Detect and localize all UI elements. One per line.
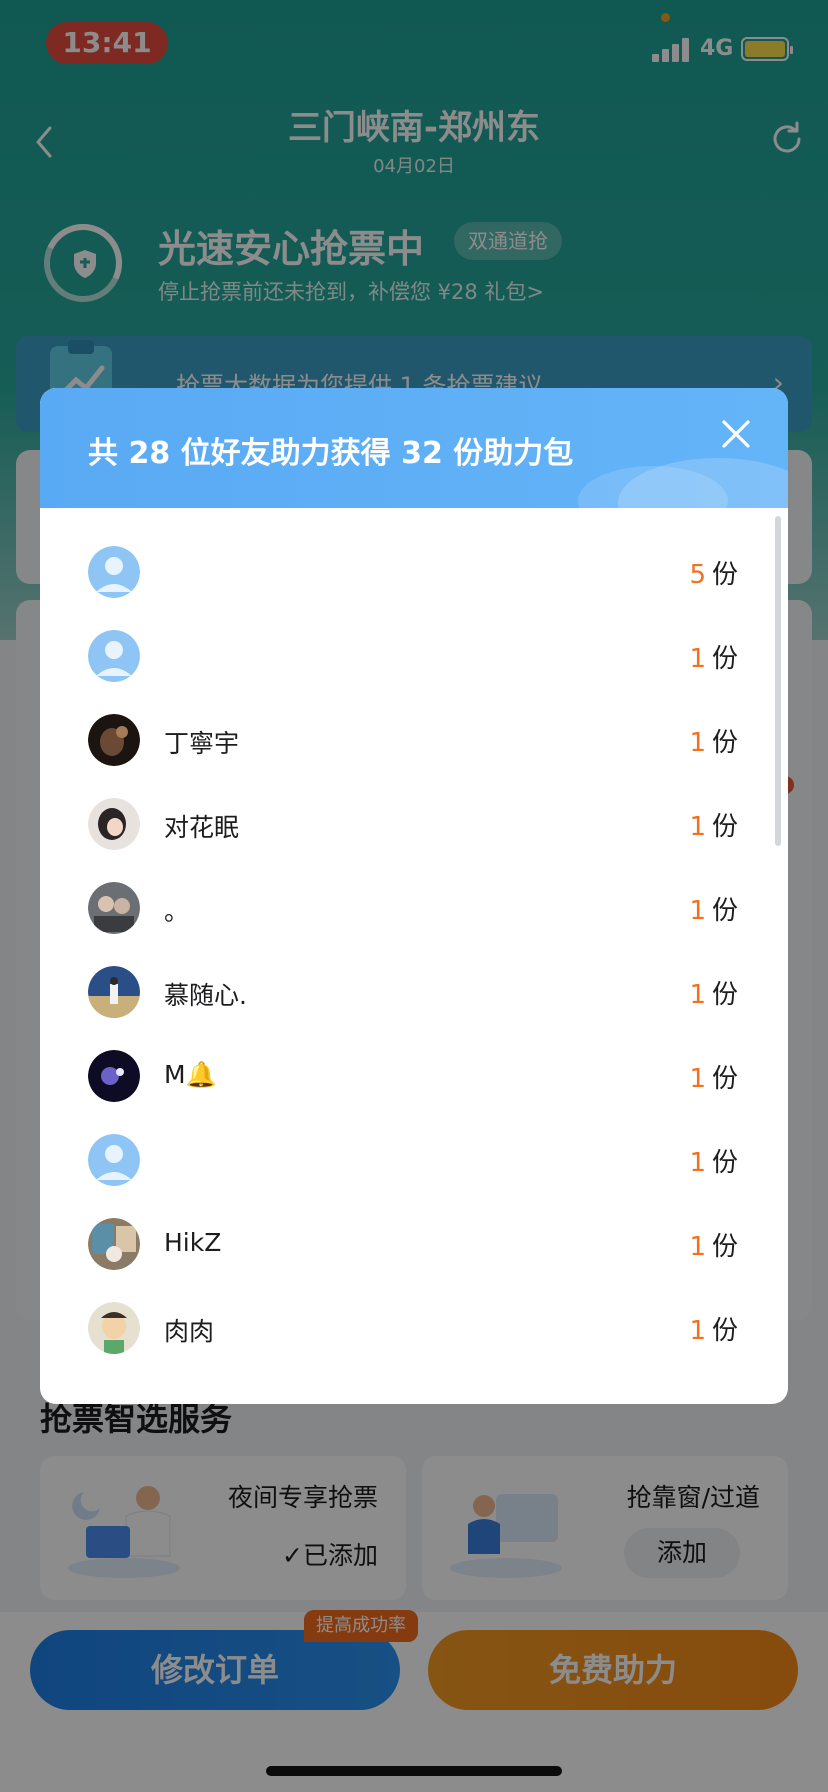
share-count: 1份	[689, 728, 738, 758]
default-avatar-icon	[88, 546, 140, 598]
avatar	[88, 1218, 140, 1270]
close-icon[interactable]	[720, 418, 752, 450]
share-count: 1份	[689, 1148, 738, 1178]
friend-name: 对花眠	[164, 813, 240, 842]
default-avatar-icon	[88, 630, 140, 682]
avatar	[88, 882, 140, 934]
friend-help-modal: 共 28 位好友助力获得 32 份助力包 5份 1份 丁寧宇 1份 对花眠 1 …	[40, 388, 788, 1404]
list-item: 1份	[40, 614, 788, 698]
list-item: 。 1份	[40, 866, 788, 950]
list-item: 慕随心. 1份	[40, 950, 788, 1034]
share-count: 1份	[689, 1316, 738, 1346]
list-item: 肉肉 1份	[40, 1286, 788, 1370]
avatar	[88, 714, 140, 766]
avatar	[88, 966, 140, 1018]
home-indicator[interactable]	[266, 1766, 562, 1776]
avatar	[88, 798, 140, 850]
modal-title: 共 28 位好友助力获得 32 份助力包	[88, 436, 574, 471]
avatar	[88, 1050, 140, 1102]
default-avatar-icon	[88, 1134, 140, 1186]
list-item: 5份	[40, 530, 788, 614]
share-count: 1份	[689, 1064, 738, 1094]
share-count: 1份	[689, 980, 738, 1010]
share-count: 1份	[689, 896, 738, 926]
friend-name: 丁寧宇	[164, 729, 240, 758]
share-count: 1份	[689, 644, 738, 674]
share-count: 1份	[689, 1232, 738, 1262]
friend-name: 慕随心.	[164, 981, 247, 1010]
friend-name: 肉肉	[164, 1317, 215, 1346]
friend-name: HikZ	[164, 1228, 222, 1257]
friend-list[interactable]: 5份 1份 丁寧宇 1份 对花眠 1份 。 1 份 慕随心. 1 份 M🔔 1 …	[40, 508, 788, 1404]
share-count: 5份	[689, 560, 738, 590]
modal-header: 共 28 位好友助力获得 32 份助力包	[40, 388, 788, 508]
list-item: 丁寧宇 1份	[40, 698, 788, 782]
avatar	[88, 1302, 140, 1354]
list-item: HikZ 1份	[40, 1202, 788, 1286]
share-count: 1份	[689, 812, 738, 842]
list-item: M🔔 1份	[40, 1034, 788, 1118]
list-item: 1份	[40, 1118, 788, 1202]
list-item: 对花眠 1份	[40, 782, 788, 866]
friend-name: M🔔	[164, 1060, 217, 1089]
friend-name: 。	[164, 897, 190, 926]
